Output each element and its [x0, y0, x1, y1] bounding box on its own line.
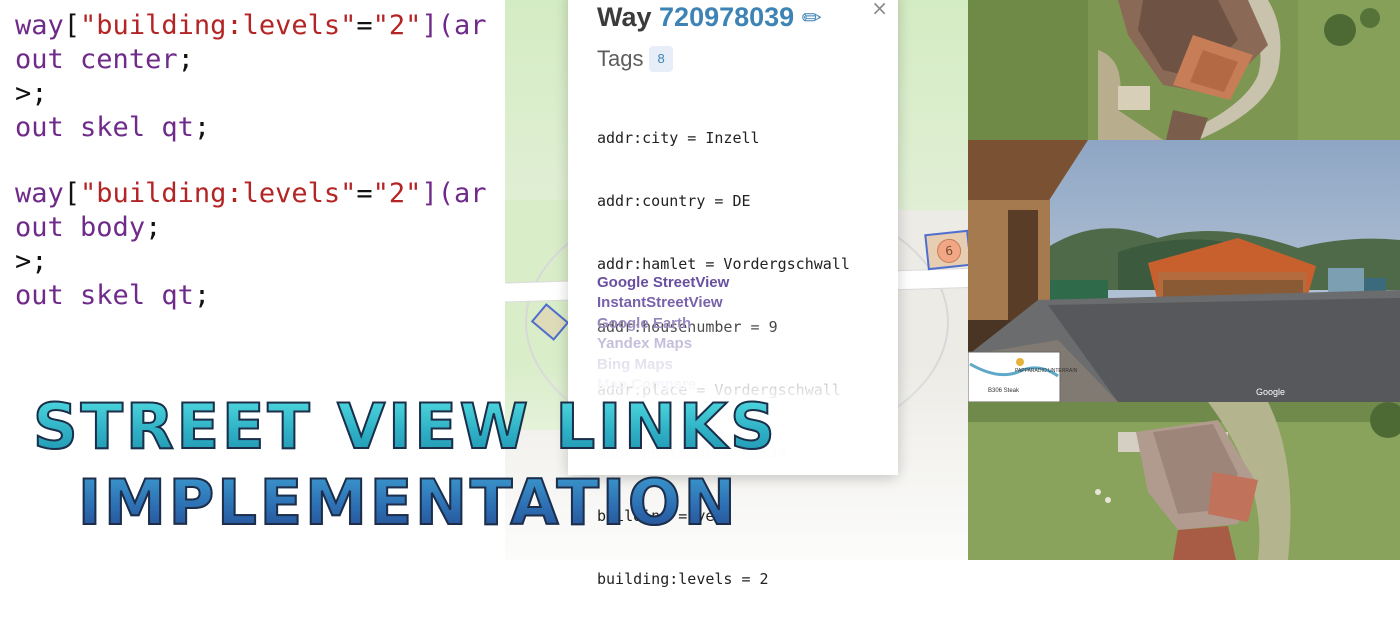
popup-title-prefix: Way [597, 2, 652, 32]
code-token-keyword: out [15, 112, 64, 143]
code-token-punct: = [356, 178, 373, 209]
code-token-punct: ; [31, 246, 48, 277]
code-token-string: "building:levels" [80, 178, 357, 209]
code-token-punct: ; [31, 78, 48, 109]
aerial-photo-top [968, 0, 1400, 140]
edit-pencil-icon[interactable]: ✏ [802, 5, 822, 32]
code-token-string: "building:levels" [80, 10, 357, 41]
popup-title: Way 720978039 ✏ [597, 2, 822, 33]
code-token-string: "2" [372, 178, 422, 209]
aerial-photo-bottom [968, 402, 1400, 560]
aerial-image [968, 0, 1400, 140]
building-number-marker: 6 [935, 237, 963, 265]
code-token-punct: > [15, 246, 32, 277]
code-token-keyword: body [80, 212, 146, 243]
map-building[interactable]: 6 [924, 229, 968, 271]
code-token-keyword: way [15, 178, 64, 209]
code-line: out center; [15, 43, 194, 77]
aerial-image [968, 402, 1400, 560]
code-token-punct: ](ar [421, 10, 487, 41]
code-line: way["building:levels"="2"](ar [15, 177, 486, 211]
code-line: out skel qt; [15, 111, 210, 145]
code-line: out body; [15, 211, 161, 245]
minimap-road-label: B306 Steak [988, 388, 1020, 394]
code-token-punct: ; [193, 112, 211, 143]
tags-label: Tags [597, 46, 644, 71]
tag-item: addr:country = DE [597, 192, 751, 210]
headline-line-2: IMPLEMENTATION [77, 465, 739, 540]
code-token-keyword: out [15, 280, 64, 311]
code-token-keyword: center [80, 44, 178, 75]
code-line: way["building:levels"="2"](ar [15, 9, 486, 43]
code-token-punct: = [356, 10, 373, 41]
code-token-punct: ; [193, 280, 211, 311]
code-line: >; [15, 77, 48, 111]
minimap-place-label: PAPPARADIO UNTERRAIN [1015, 368, 1078, 374]
code-token-keyword: skel qt [80, 280, 194, 311]
code-editor: way["building:levels"="2"](ar out center… [0, 0, 520, 380]
headline-line-1: STREET VIEW LINKS [32, 389, 778, 464]
code-token-keyword: out [15, 44, 64, 75]
code-token-punct: [ [63, 178, 81, 209]
way-id-link[interactable]: 720978039 [659, 2, 794, 32]
code-token-punct: ; [145, 212, 162, 243]
code-token-punct: ; [177, 44, 194, 75]
code-token-punct: > [15, 78, 32, 109]
close-icon[interactable]: × [871, 0, 888, 20]
code-token-string: "2" [372, 10, 422, 41]
google-watermark: Google [1256, 387, 1285, 397]
external-links-list: Google StreetView InstantStreetView Goog… [597, 273, 729, 395]
link-google-earth[interactable]: Google Earth [597, 314, 729, 334]
code-line: >; [15, 245, 48, 279]
link-bing-maps[interactable]: Bing Maps [597, 355, 729, 375]
street-view-image: PAPPARADIO UNTERRAIN B306 Steak Google [968, 140, 1400, 402]
tag-item: addr:city = Inzell [597, 129, 760, 147]
tag-item: building:levels = 2 [597, 570, 769, 588]
link-yandex-maps[interactable]: Yandex Maps [597, 334, 729, 354]
code-token-punct: ](ar [421, 178, 487, 209]
code-line: out skel qt; [15, 279, 210, 313]
link-google-streetview[interactable]: Google StreetView [597, 273, 729, 293]
code-token-keyword: way [15, 10, 64, 41]
street-view-photo: PAPPARADIO UNTERRAIN B306 Steak Google [968, 140, 1400, 402]
code-token-keyword: skel qt [80, 112, 194, 143]
code-token-punct: [ [63, 10, 81, 41]
tag-item: addr:hamlet = Vordergschwall [597, 255, 850, 273]
code-token-keyword: out [15, 212, 64, 243]
tags-count-badge: 8 [649, 46, 673, 72]
tags-header: Tags 8 [597, 46, 673, 72]
link-instantstreetview[interactable]: InstantStreetView [597, 293, 729, 313]
